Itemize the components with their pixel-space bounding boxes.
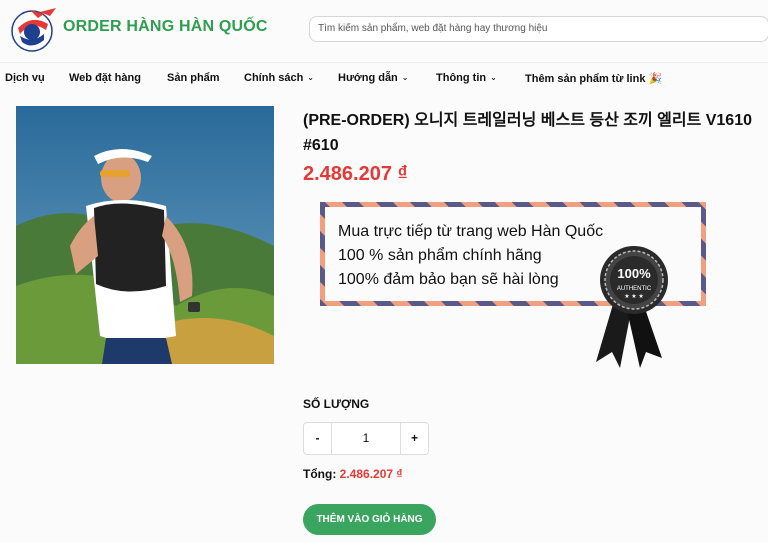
nav-item-thong-tin[interactable]: Thông tin ⌄ [436, 72, 497, 84]
authentic-promo-banner: Mua trực tiếp từ trang web Hàn Quốc 100 … [320, 202, 706, 368]
main-nav: Dịch vụ Web đặt hàng Sản phẩm Chính sách… [0, 62, 768, 92]
chevron-down-icon: ⌄ [401, 73, 409, 82]
promo-line-1: Mua trực tiếp từ trang web Hàn Quốc [338, 223, 603, 240]
seal-number: 100% [617, 266, 651, 281]
add-to-cart-button[interactable]: THÊM VÀO GIỎ HÀNG [303, 504, 436, 535]
quantity-input[interactable]: 1 [331, 423, 401, 454]
nav-item-huong-dan[interactable]: Hướng dẫn ⌄ [338, 72, 408, 84]
chevron-down-icon: ⌄ [490, 73, 497, 82]
nav-item-chinh-sach[interactable]: Chính sách ⌄ [244, 72, 314, 84]
quantity-plus-button[interactable]: + [401, 423, 428, 454]
chevron-down-icon: ⌄ [307, 73, 314, 82]
quantity-label: SỐ LƯỢNG [303, 397, 370, 411]
quantity-minus-button[interactable]: - [304, 423, 331, 454]
product-image[interactable] [16, 106, 274, 364]
promo-line-3: 100% đảm bảo bạn sẽ hài lòng [338, 271, 559, 288]
quantity-stepper: - 1 + [303, 422, 429, 455]
nav-item-dich-vu[interactable]: Dịch vụ [5, 72, 45, 84]
site-logo[interactable] [10, 6, 58, 54]
brand-name[interactable]: ORDER HÀNG HÀN QUỐC [63, 18, 268, 36]
authentic-seal-icon: 100% AUTHENTIC ★ ★ ★ [596, 246, 668, 368]
total-row: Tổng: 2.486.207 ₫ [303, 467, 403, 481]
seal-text: AUTHENTIC [617, 286, 652, 292]
nav-item-san-pham[interactable]: Sản phẩm [167, 72, 220, 84]
site-header: ORDER HÀNG HÀN QUỐC Tìm kiếm sản phẩm, w… [0, 0, 768, 56]
promo-line-2: 100 % sản phẩm chính hãng [338, 246, 542, 264]
total-value: 2.486.207 ₫ [339, 467, 403, 481]
product-price: 2.486.207 ₫ [303, 163, 408, 185]
seal-stars-icon: ★ ★ ★ [624, 293, 643, 300]
product-title: (PRE-ORDER) 오니지 트레일러닝 베스트 등산 조끼 엘리트 V161… [303, 112, 753, 154]
total-label: Tổng: [303, 467, 337, 481]
nav-item-add-from-link[interactable]: Thêm sản phẩm từ link 🎉 [525, 72, 662, 85]
search-input[interactable]: Tìm kiếm sản phẩm, web đặt hàng hay thươ… [309, 16, 768, 42]
nav-item-web-dat-hang[interactable]: Web đặt hàng [69, 72, 141, 84]
